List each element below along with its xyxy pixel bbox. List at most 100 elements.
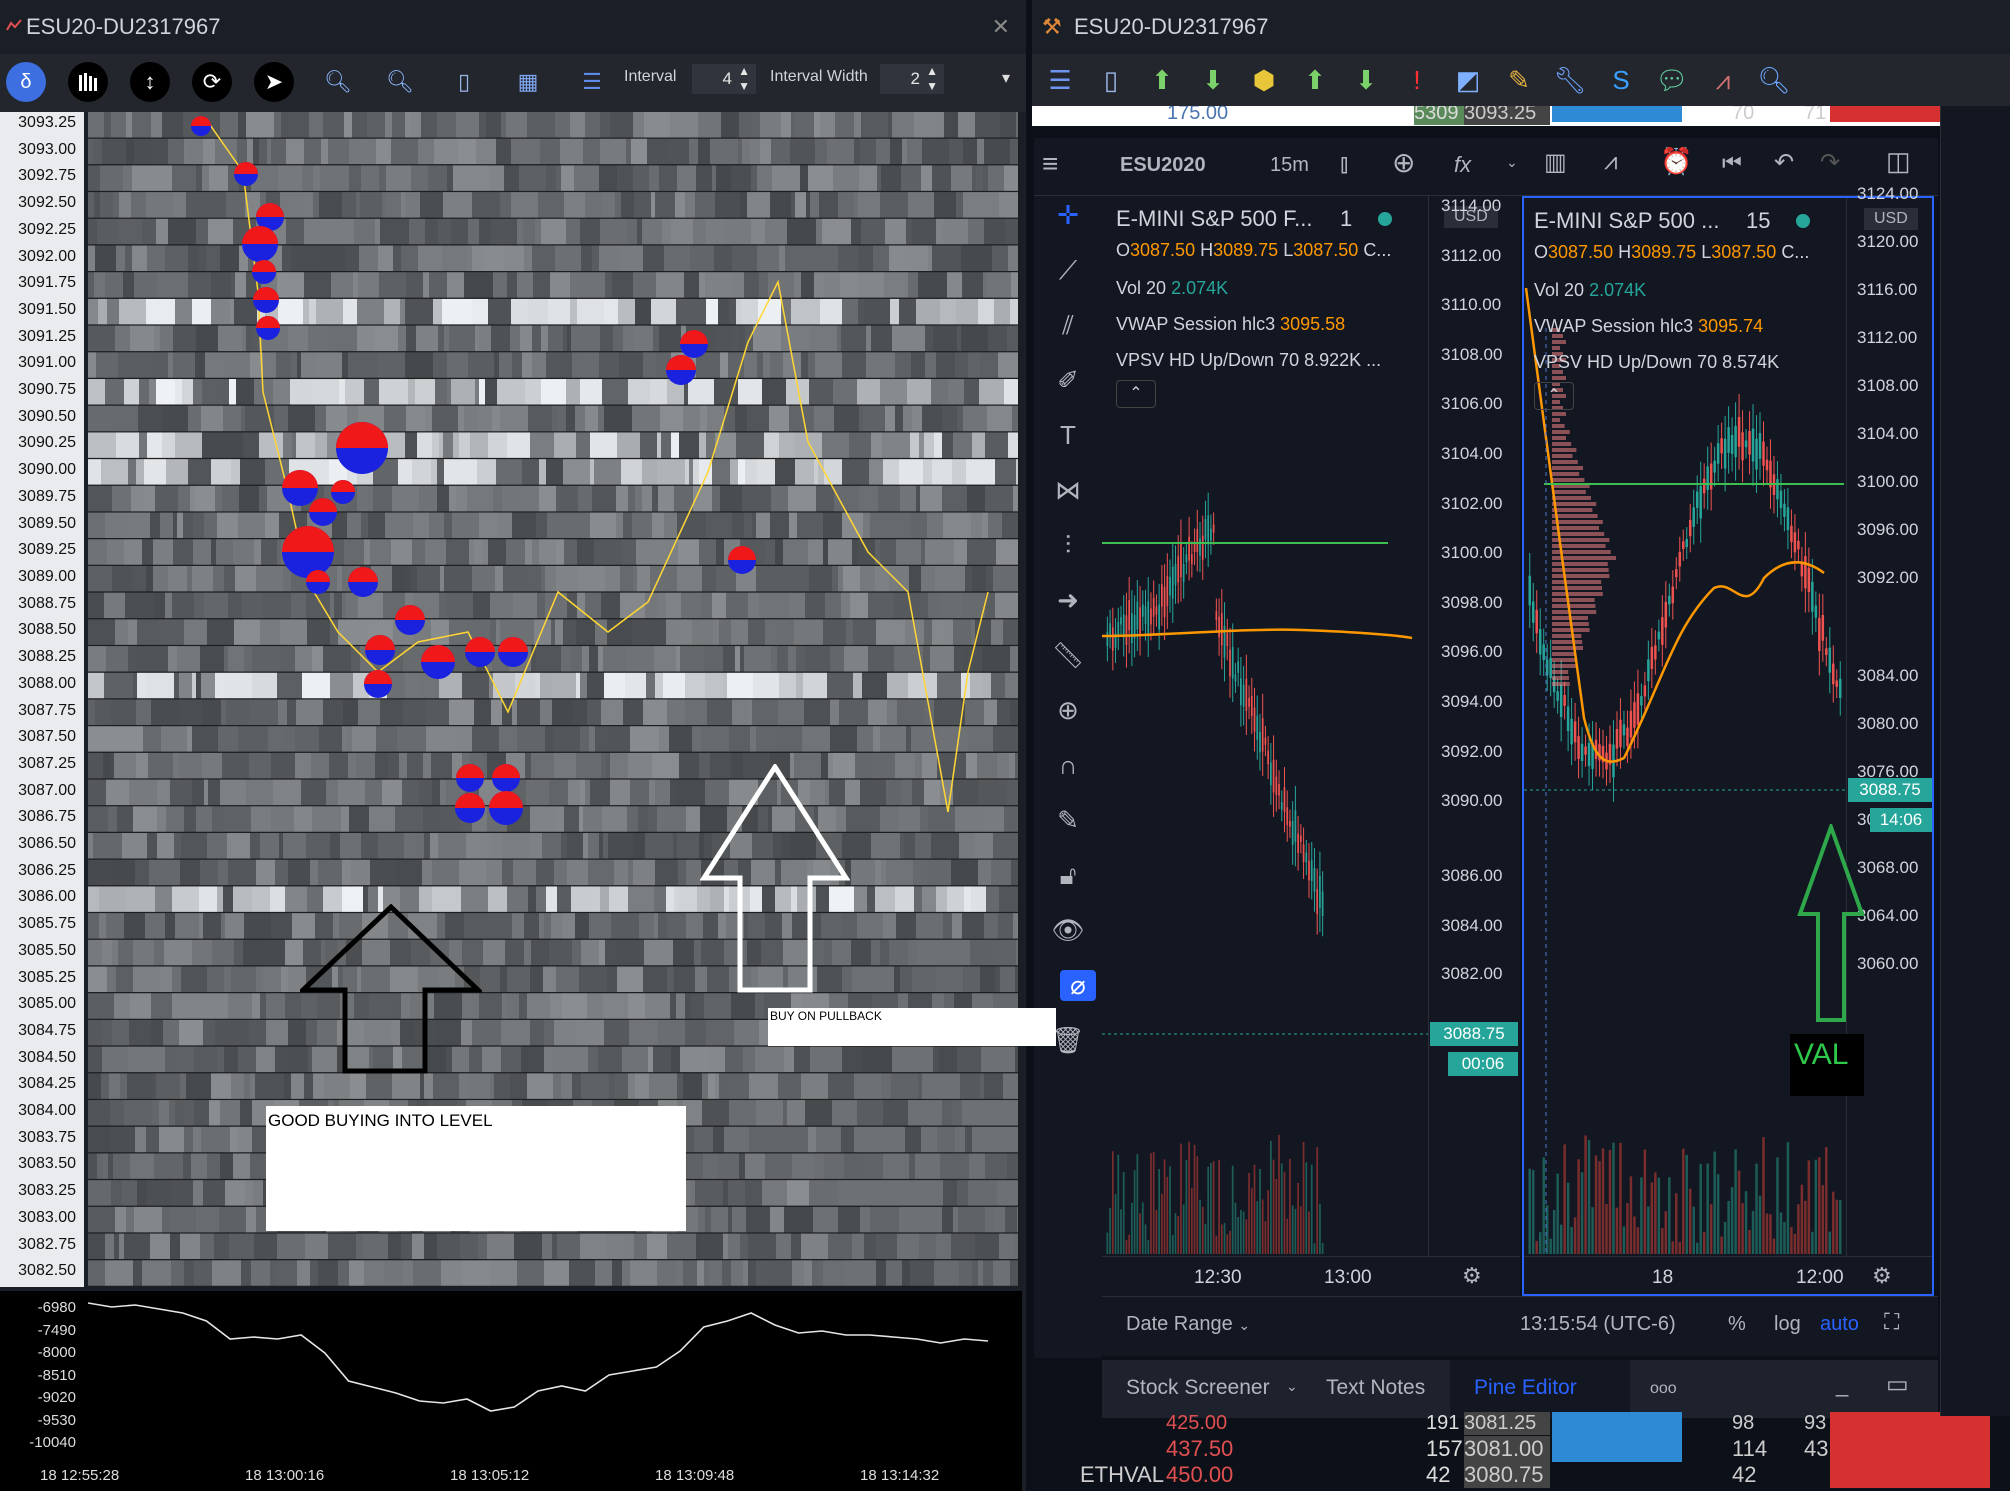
text-icon[interactable]: T (1050, 420, 1086, 451)
collapse-legend-icon[interactable]: ⌃ (1534, 382, 1574, 410)
layout-icon[interactable]: ◫ (1886, 146, 1911, 177)
s-icon[interactable]: S (1603, 62, 1639, 98)
delta-icon[interactable]: δ (6, 62, 46, 102)
toolbar-overflow-icon[interactable]: ▾ (1002, 68, 1010, 88)
brush-icon[interactable]: ✐ (1050, 365, 1086, 396)
hamburger-icon[interactable]: ≡ (1042, 148, 1058, 180)
lock-icon[interactable]: 🔓︎ (1050, 860, 1086, 892)
layout-icon[interactable]: ▦ (508, 62, 548, 102)
levels-icon[interactable]: ☰ (572, 62, 612, 102)
heatmap-cell (582, 646, 589, 672)
bar-style-icon[interactable]: ⫾ (1340, 148, 1348, 180)
symbol-selector[interactable]: ESU2020 (1120, 154, 1206, 177)
heatmap-cell (378, 833, 404, 859)
eye-icon[interactable]: 👁︎ (1050, 915, 1086, 946)
chevron-down-icon[interactable]: ⌄ (1286, 1378, 1298, 1395)
add-symbol-icon[interactable]: ⊕ (1392, 146, 1415, 179)
log-toggle[interactable]: log (1774, 1313, 1801, 1336)
wrench-icon[interactable]: 🔧︎ (1552, 62, 1588, 98)
heatmap-cell (723, 1233, 728, 1260)
tab-text-notes[interactable]: Text Notes (1326, 1376, 1425, 1400)
clear-icon[interactable]: ▯ (444, 62, 484, 102)
heatmap-cell (889, 939, 899, 966)
pane2-price-axis[interactable]: 3124.00 3120.00 3116.00 3112.00 3108.00 3104.… (1846, 184, 1932, 1256)
stepper-arrows-icon[interactable]: ▲ ▼ (926, 64, 938, 94)
trendline-icon[interactable]: ⟋ (1050, 255, 1086, 287)
line-chart-icon[interactable]: ⩘ (1705, 62, 1741, 98)
bars-icon[interactable] (68, 62, 108, 102)
heatmap-cell (567, 859, 588, 886)
volume-profile-bar (1552, 592, 1603, 596)
stepper-arrows-icon[interactable]: ▲ ▼ (738, 64, 750, 94)
heatmap-cell (319, 726, 342, 752)
zoom-icon[interactable]: ⊕ (1050, 695, 1086, 726)
chart-pane-1m[interactable]: E-MINI S&P 500 F... 1 O3087.50 H3089.75 … (1102, 196, 1520, 1296)
chart-icon[interactable]: ◩ (1450, 62, 1486, 98)
heatmap-cell (439, 432, 443, 459)
crosshair-icon[interactable]: ✛ (1050, 200, 1086, 231)
alert-icon[interactable]: ! (1399, 62, 1435, 98)
ruler-icon[interactable]: 📏︎ (1050, 640, 1086, 671)
magnet-icon[interactable]: ∩ (1050, 750, 1086, 781)
collapse-legend-icon[interactable]: ⌃ (1116, 380, 1156, 408)
auto-toggle[interactable]: auto (1820, 1313, 1859, 1336)
gear-icon[interactable]: ⚙ (1872, 1263, 1892, 1289)
heatmap-cell (320, 165, 349, 192)
cancel-orders-icon[interactable]: ⬢ (1246, 62, 1282, 98)
clock-label[interactable]: 13:15:54 (UTC-6) (1520, 1313, 1676, 1336)
heatmap-cell (224, 806, 251, 833)
heatmap-cell (628, 1073, 635, 1100)
search-icon[interactable]: 🔍︎ (1756, 62, 1792, 98)
tools-icon[interactable]: ✎ (1501, 62, 1537, 98)
percent-toggle[interactable]: % (1728, 1313, 1746, 1336)
compare-icon[interactable]: ⩘ (1604, 148, 1618, 176)
interval-stepper[interactable]: 4 ▲ ▼ (692, 64, 756, 94)
heatmap-cell (684, 272, 699, 298)
redo-icon[interactable]: ↷ (1820, 148, 1840, 177)
undo-icon[interactable]: ↶ (1774, 148, 1794, 177)
maximize-icon[interactable]: ▭ (1886, 1370, 1909, 1399)
heatmap-cell (401, 1233, 412, 1260)
pane1-price-axis[interactable]: 3114.00 3112.00 3110.00 3108.00 3106.00 3104.… (1428, 196, 1520, 1256)
sell-icon[interactable]: ⬇ (1195, 62, 1231, 98)
vertical-resize-icon[interactable]: ↕ (130, 62, 170, 102)
lock-drawing-icon[interactable]: ✎ (1050, 805, 1086, 836)
tab-pine-editor[interactable]: Pine Editor (1474, 1376, 1577, 1400)
sell-stop-icon[interactable]: ⬇ (1348, 62, 1384, 98)
heatmap-cell (634, 192, 651, 218)
volume-bar (1765, 1213, 1769, 1254)
gear-icon[interactable]: ⚙ (1462, 1263, 1482, 1289)
date-range-button[interactable]: Date Range ⌄ (1126, 1313, 1250, 1336)
pointer-icon[interactable]: ➤ (254, 62, 294, 102)
heatmap-cell (271, 138, 286, 165)
fib-icon[interactable]: ⫽ (1050, 310, 1086, 342)
o-label: O (1534, 242, 1549, 262)
heatmap-cell (610, 779, 630, 806)
arrow-icon[interactable]: ➜ (1050, 585, 1086, 616)
buy-icon[interactable]: ⬆ (1144, 62, 1180, 98)
levels-icon[interactable]: ☰ (1042, 62, 1078, 98)
alert-icon[interactable]: ⏰ (1660, 146, 1692, 177)
tab-stock-screener[interactable]: Stock Screener (1126, 1376, 1270, 1400)
clear-icon[interactable]: ▯ (1093, 62, 1129, 98)
chat-icon[interactable]: 💬︎ (1654, 62, 1690, 98)
fullscreen-icon[interactable]: ⛶ (1884, 1309, 1899, 1335)
hide-icon[interactable]: ⌀ (1060, 970, 1096, 1001)
pattern-icon[interactable]: ⋈ (1050, 475, 1086, 506)
heatmap-cell (344, 112, 352, 138)
chart-pane-15m[interactable]: E-MINI S&P 500 ... 15 O3087.50 H3089.75 … (1522, 184, 1934, 1296)
templates-icon[interactable]: ▥ (1544, 148, 1567, 177)
prediction-icon[interactable]: ⫶ (1050, 530, 1086, 562)
buy-stop-icon[interactable]: ⬆ (1297, 62, 1333, 98)
minimize-icon[interactable]: _ (1836, 1372, 1848, 1398)
indicators-icon[interactable]: fx (1454, 152, 1471, 178)
chevron-down-icon[interactable]: ⌄ (1506, 154, 1518, 171)
zoom-in-icon[interactable]: 🔍︎ (318, 62, 358, 102)
replay-icon[interactable]: ⏮ (1722, 150, 1742, 176)
zoom-out-icon[interactable]: 🔍︎ (380, 62, 420, 102)
interval-selector[interactable]: 15m (1270, 154, 1309, 177)
interval-width-stepper[interactable]: 2 ▲ ▼ (880, 64, 944, 94)
refresh-icon[interactable]: ⟳ (192, 62, 232, 102)
tab-more[interactable]: ooo (1650, 1380, 1677, 1398)
close-icon[interactable]: ✕ (992, 0, 1010, 54)
